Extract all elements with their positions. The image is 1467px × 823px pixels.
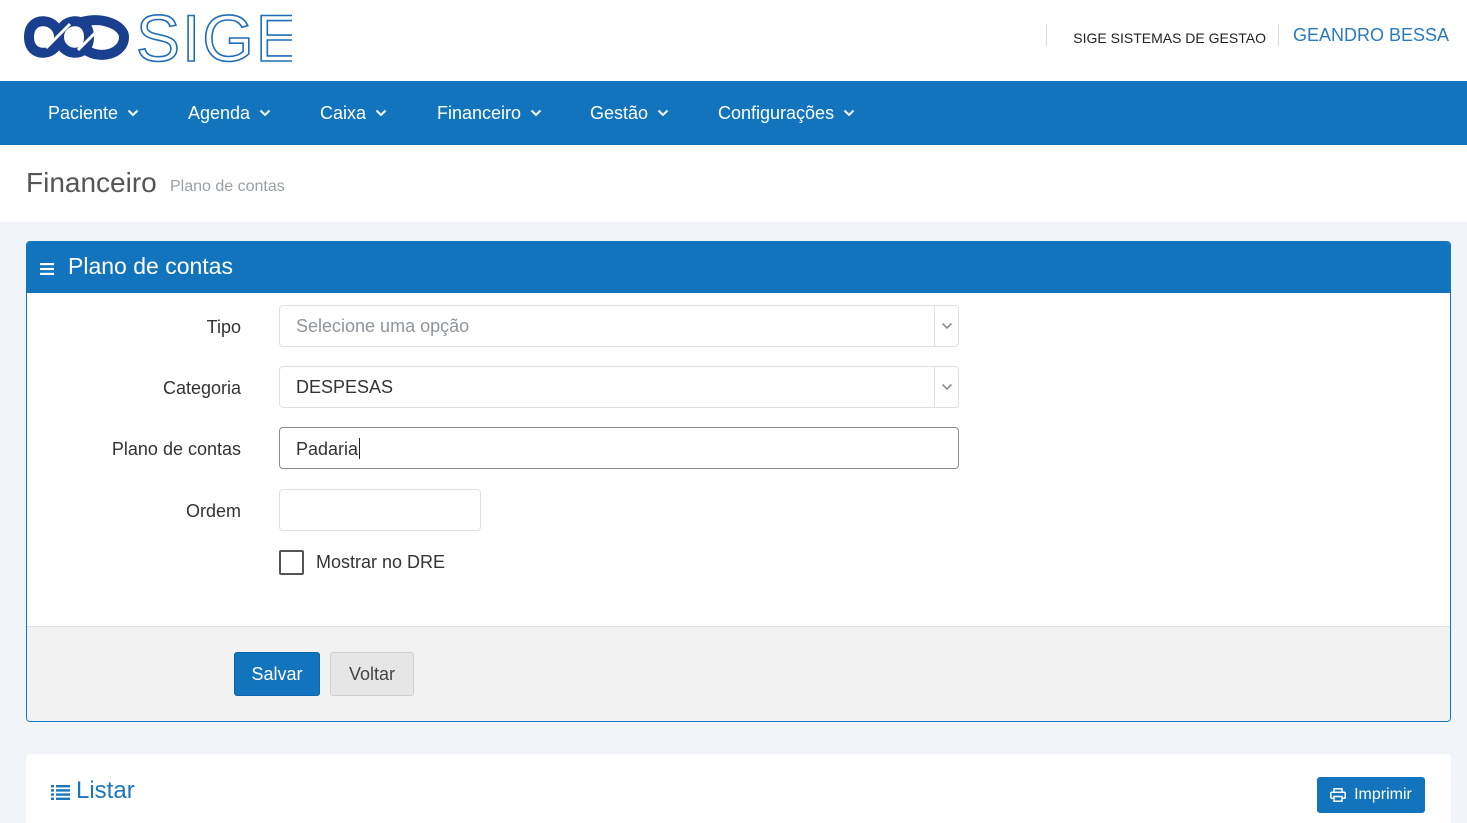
printer-icon [1330,788,1347,802]
form-actions: Salvar Voltar [27,626,1450,721]
nav-agenda[interactable]: Agenda [188,81,271,145]
form-panel: Plano de contas Tipo Selecione uma opção… [26,241,1451,722]
chevron-down-icon [375,109,387,117]
dre-checkbox[interactable] [279,550,304,575]
chevron-down-icon [941,322,952,330]
ordem-label: Ordem [185,501,241,521]
dre-label[interactable]: Mostrar no DRE [316,552,445,573]
sige-logo[interactable]: SIGE [24,4,292,70]
chevron-down-icon [941,383,952,391]
categoria-select[interactable]: DESPESAS [279,366,959,408]
list-card: Listar Imprimir [26,754,1451,823]
plano-value: Padaria [296,439,359,459]
breadcrumb: Plano de contas [170,178,285,195]
list-icon [51,785,70,800]
select-arrow [934,306,958,346]
main-nav: Paciente Agenda Caixa Financeiro Gestão … [0,81,1467,145]
list-title: Listar [76,777,135,804]
text-caret [359,438,361,459]
nav-gestao[interactable]: Gestão [590,81,669,145]
panel-title: Plano de contas [68,253,233,279]
nav-label: Paciente [48,102,119,123]
nav-financeiro[interactable]: Financeiro [437,81,542,145]
print-label: Imprimir [1354,786,1412,803]
plano-label: Plano de contas [111,439,241,459]
user-menu[interactable]: GEANDRO BESSA [1279,25,1449,46]
chevron-down-icon [843,109,855,117]
menu-bars-icon [40,263,54,275]
print-button[interactable]: Imprimir [1317,777,1425,813]
chevron-down-icon [259,109,271,117]
svg-text:SIGE: SIGE [136,4,292,70]
tipo-label: Tipo [206,317,241,337]
ordem-input[interactable] [279,489,481,531]
chevron-down-icon [657,109,669,117]
company-name: SIGE SISTEMAS DE GESTAO [1073,30,1266,46]
nav-label: Configurações [718,102,835,123]
categoria-label: Categoria [162,378,241,398]
back-button[interactable]: Voltar [330,652,414,696]
panel-header: Plano de contas [27,242,1450,293]
tipo-select[interactable]: Selecione uma opção [279,305,959,347]
page-title: Financeiro [26,167,157,198]
nav-label: Agenda [188,102,251,123]
nav-label: Gestão [590,102,649,123]
nav-configuracoes[interactable]: Configurações [718,81,855,145]
nav-label: Financeiro [437,102,522,123]
select-arrow [934,367,958,407]
nav-caixa[interactable]: Caixa [320,81,387,145]
page-header: Financeiro Plano de contas [0,145,1467,222]
nav-paciente[interactable]: Paciente [48,81,139,145]
chevron-down-icon [127,109,139,117]
categoria-value: DESPESAS [296,377,394,397]
chevron-down-icon [530,109,542,117]
plano-input[interactable]: Padaria [279,427,959,469]
nav-label: Caixa [320,102,367,123]
tipo-placeholder: Selecione uma opção [296,316,470,336]
save-button[interactable]: Salvar [234,652,320,696]
top-header: SIGE SIGE SISTEMAS DE GESTAO GEANDRO BES… [0,0,1467,81]
